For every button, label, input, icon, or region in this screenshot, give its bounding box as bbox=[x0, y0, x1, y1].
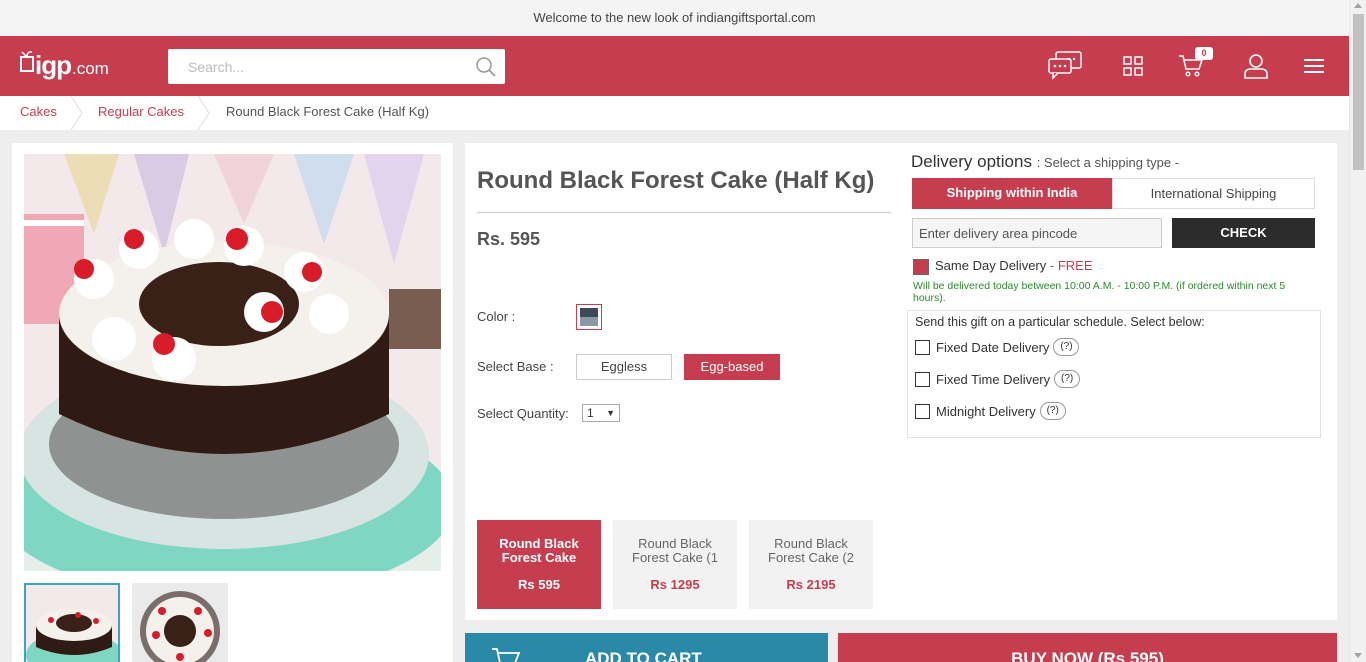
delivery-options-heading: Delivery options : Select a shipping typ… bbox=[911, 152, 1179, 172]
gallery-thumbnail-1[interactable] bbox=[24, 583, 120, 662]
same-day-option: Same Day Delivery - FREE bbox=[935, 258, 1093, 273]
product-details: Round Black Forest Cake (Half Kg) Rs. 59… bbox=[465, 143, 1337, 620]
fixed-time-option[interactable]: Fixed Time Delivery (?) bbox=[915, 370, 1081, 388]
hamburger-menu-icon[interactable] bbox=[1304, 59, 1324, 73]
base-option-egg-based[interactable]: Egg-based bbox=[684, 354, 780, 380]
schedule-box: Send this gift on a particular schedule.… bbox=[907, 310, 1321, 438]
base-label: Select Base : bbox=[477, 359, 554, 374]
title-divider bbox=[477, 212, 891, 213]
cake-photo bbox=[24, 154, 441, 571]
breadcrumb-cakes[interactable]: Cakes bbox=[20, 96, 57, 127]
base-option-eggless[interactable]: Eggless bbox=[576, 354, 672, 380]
product-gallery bbox=[12, 143, 453, 662]
delivery-title: Delivery options bbox=[911, 152, 1032, 171]
variant-half-kg[interactable]: Round Black Forest Cake (Half Kg) Rs 595 bbox=[477, 520, 601, 609]
variant-2-kg[interactable]: Round Black Forest Cake (2 Kg) Rs 2195 bbox=[749, 520, 873, 609]
variant-price: Rs 1295 bbox=[650, 577, 700, 592]
user-account-icon[interactable] bbox=[1243, 53, 1269, 79]
delivery-note: Will be delivered today between 10:00 A.… bbox=[913, 280, 1286, 304]
fixed-time-label: Fixed Time Delivery bbox=[936, 371, 1051, 387]
quantity-label: Select Quantity: bbox=[477, 406, 569, 421]
fixed-time-checkbox[interactable] bbox=[915, 371, 930, 387]
chevron-down-icon: ▼ bbox=[606, 408, 615, 418]
color-label: Color : bbox=[477, 309, 516, 324]
tab-international-shipping[interactable]: International Shipping bbox=[1112, 178, 1315, 209]
search-box bbox=[168, 49, 505, 84]
variant-name: Round Black Forest Cake (2 Kg) bbox=[768, 537, 854, 565]
color-swatch[interactable] bbox=[576, 304, 602, 330]
breadcrumb-current: Round Black Forest Cake (Half Kg) bbox=[226, 104, 430, 119]
variant-1-kg[interactable]: Round Black Forest Cake (1 Kg) Rs 1295 bbox=[613, 520, 737, 609]
add-to-cart-label: ADD TO CART bbox=[585, 649, 702, 662]
fixed-date-label: Fixed Date Delivery bbox=[936, 339, 1050, 355]
check-button[interactable]: CHECK bbox=[1172, 218, 1315, 248]
fixed-date-checkbox[interactable] bbox=[915, 339, 930, 355]
variant-price: Rs 2195 bbox=[786, 577, 836, 592]
same-day-checkbox[interactable] bbox=[913, 259, 929, 275]
scroll-up-arrow-icon[interactable] bbox=[1354, 3, 1362, 8]
variant-name: Round Black Forest Cake (Half Kg) bbox=[499, 537, 579, 565]
help-icon[interactable]: (?) bbox=[1053, 338, 1080, 356]
cart-count-badge: 0 bbox=[1195, 47, 1213, 60]
same-day-label: Same Day Delivery bbox=[935, 258, 1047, 273]
same-day-price: - FREE bbox=[1049, 258, 1093, 273]
welcome-text: Welcome to the new look of indiangiftspo… bbox=[533, 10, 816, 25]
quantity-value: 1 bbox=[587, 406, 594, 420]
buy-now-label: BUY NOW (Rs 595) bbox=[1011, 649, 1164, 662]
delivery-subtitle: : Select a shipping type - bbox=[1036, 155, 1180, 170]
variant-price: Rs 595 bbox=[518, 577, 560, 592]
product-title: Round Black Forest Cake (Half Kg) bbox=[477, 167, 875, 194]
gift-icon bbox=[20, 51, 34, 72]
site-header: igp.com 0 bbox=[0, 36, 1349, 96]
schedule-heading: Send this gift on a particular schedule.… bbox=[915, 315, 1205, 329]
help-icon[interactable]: (?) bbox=[1054, 370, 1081, 388]
breadcrumb-separator-icon bbox=[197, 96, 210, 130]
product-main-image[interactable] bbox=[24, 154, 441, 571]
search-input[interactable] bbox=[168, 49, 458, 84]
page-scrollbar[interactable] bbox=[1349, 0, 1366, 662]
quantity-select[interactable]: 1 ▼ bbox=[582, 404, 620, 422]
breadcrumb: Cakes Regular Cakes Round Black Forest C… bbox=[0, 96, 1349, 130]
chat-icon[interactable] bbox=[1047, 50, 1083, 80]
midnight-option[interactable]: Midnight Delivery (?) bbox=[915, 402, 1066, 420]
help-icon[interactable]: (?) bbox=[1039, 402, 1066, 420]
product-price: Rs. 595 bbox=[477, 229, 541, 249]
tab-shipping-india[interactable]: Shipping within India bbox=[912, 178, 1112, 209]
breadcrumb-separator-icon bbox=[70, 96, 83, 130]
midnight-checkbox[interactable] bbox=[915, 403, 930, 419]
welcome-bar: Welcome to the new look of indiangiftspo… bbox=[0, 0, 1349, 36]
variant-name: Round Black Forest Cake (1 Kg) bbox=[632, 537, 718, 565]
scroll-down-arrow-icon[interactable] bbox=[1354, 653, 1362, 658]
categories-grid-icon[interactable] bbox=[1123, 56, 1143, 76]
buy-now-button[interactable]: BUY NOW (Rs 595) bbox=[838, 633, 1337, 662]
color-swatch-fill bbox=[580, 308, 598, 326]
search-icon[interactable] bbox=[475, 56, 497, 78]
cart-icon bbox=[492, 648, 521, 662]
add-to-cart-button[interactable]: ADD TO CART bbox=[465, 633, 828, 662]
gallery-thumbnail-2[interactable] bbox=[132, 583, 228, 662]
fixed-date-option[interactable]: Fixed Date Delivery (?) bbox=[915, 338, 1080, 356]
logo-domain: .com bbox=[72, 59, 109, 78]
igp-logo[interactable]: igp .com bbox=[20, 48, 109, 81]
scrollbar-thumb[interactable] bbox=[1353, 14, 1364, 170]
pincode-input[interactable] bbox=[912, 218, 1162, 248]
midnight-label: Midnight Delivery bbox=[936, 403, 1036, 419]
logo-text: igp bbox=[35, 50, 72, 80]
breadcrumb-regular-cakes[interactable]: Regular Cakes bbox=[98, 96, 184, 127]
